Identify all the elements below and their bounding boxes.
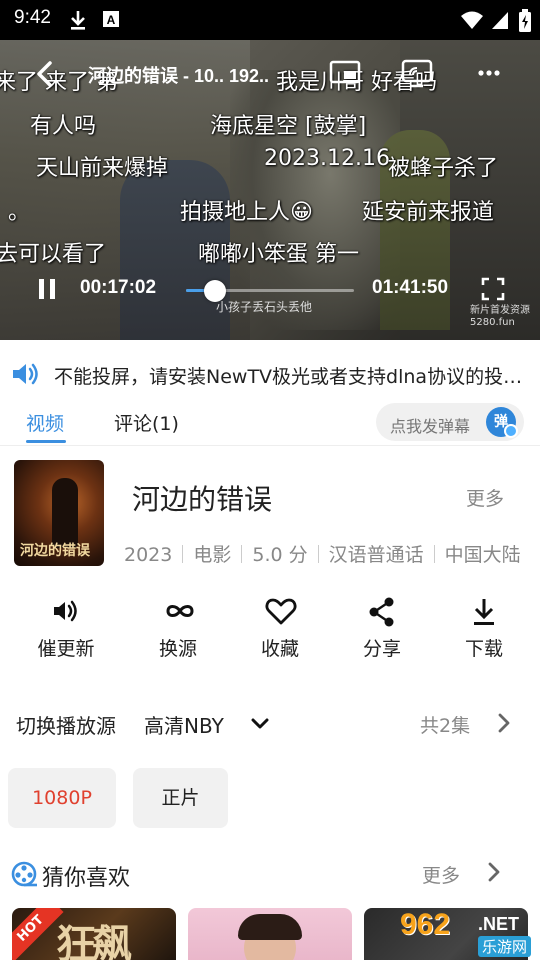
fullscreen-icon[interactable] xyxy=(480,276,506,306)
quality-chip-1080p[interactable]: 1080P xyxy=(8,768,116,828)
tab-comments[interactable]: 评论(1) xyxy=(114,409,179,436)
picture-in-picture-icon[interactable] xyxy=(328,58,362,92)
danmaku-toggle-icon[interactable]: 弹 xyxy=(486,407,518,438)
tab-underline xyxy=(26,440,66,443)
download-button[interactable]: 下载 xyxy=(434,596,534,666)
infinity-icon xyxy=(162,596,198,630)
danmaku-comment: 有人吗 xyxy=(30,114,97,139)
chevron-right-icon[interactable] xyxy=(494,711,514,739)
pause-icon[interactable] xyxy=(36,276,60,306)
source-switch-label: 切换播放源 xyxy=(16,714,116,738)
meta-language: 汉语普通话 xyxy=(328,544,424,566)
meta-region: 中国大陆 xyxy=(444,544,521,566)
content-tabs: 视频 评论(1) 点我发弹幕 弹 xyxy=(0,400,540,446)
chevron-right-icon[interactable] xyxy=(484,860,504,888)
speaker-icon xyxy=(10,359,42,393)
battery-icon xyxy=(518,9,532,37)
card-title-art: 狂飙 xyxy=(56,922,132,960)
poster-title: 河边的错误 xyxy=(20,543,90,559)
action-label: 收藏 xyxy=(260,638,299,660)
recommend-card[interactable] xyxy=(188,908,352,960)
site-logo-number: 962 xyxy=(400,908,451,941)
video-subtitle: 小孩子丢石头丢他 xyxy=(216,300,313,314)
back-arrow-icon[interactable] xyxy=(32,60,58,92)
meta-divider xyxy=(433,545,435,563)
meta-divider xyxy=(317,545,319,563)
site-logo-name: 乐游网 xyxy=(478,936,532,957)
movie-more-link[interactable]: 更多 xyxy=(466,484,504,511)
movie-meta: 2023 电影 5.0 分汉语普通话 中国大陆 xyxy=(124,540,540,568)
danmaku-comment: 。 xyxy=(8,200,31,225)
meta-score: 5.0 分 xyxy=(252,544,308,566)
video-player[interactable]: 来了 来了 第 我是川哥 好看吗 有人吗 海底星空 [鼓掌] 天山前来爆掉 20… xyxy=(0,40,540,340)
danmaku-comment: 海底星空 [鼓掌] xyxy=(210,114,367,139)
film-reel-icon xyxy=(10,860,38,892)
action-label: 分享 xyxy=(362,638,401,660)
current-time: 00:17:02 xyxy=(80,277,157,298)
site-logo: 962 .NET 乐游网 xyxy=(400,908,540,960)
download-icon xyxy=(68,9,88,35)
video-title: 河边的错误 - 10.. 192.. xyxy=(88,66,270,86)
cast-notice-bar: 不能投屏，请安装NewTV极光或者支持dlna协议的投屏软件 xyxy=(0,348,540,398)
movie-poster[interactable]: 河边的错误 xyxy=(14,460,104,566)
status-bar: 9:42 A xyxy=(0,0,540,40)
send-danmaku-button[interactable]: 点我发弹幕 弹 xyxy=(376,403,524,441)
meta-divider xyxy=(182,545,184,563)
danmaku-comment: 延安前来报道 xyxy=(362,200,495,225)
wifi-icon xyxy=(460,9,484,35)
chevron-down-icon[interactable] xyxy=(248,712,272,740)
seek-bar[interactable] xyxy=(186,280,354,302)
danmaku-comment: 去可以看了 xyxy=(0,242,107,267)
share-icon xyxy=(366,596,398,632)
poster-figure xyxy=(52,478,78,548)
status-time: 9:42 xyxy=(14,7,51,28)
download-icon xyxy=(468,596,500,632)
recommend-card[interactable]: 狂飙 HOT xyxy=(12,908,176,960)
episode-chip-feature[interactable]: 正片 xyxy=(133,768,228,828)
favorite-button[interactable]: 收藏 xyxy=(230,596,330,666)
speaker-icon xyxy=(50,596,82,630)
font-icon: A xyxy=(102,9,120,33)
meta-type: 电影 xyxy=(193,544,232,566)
action-label: 换源 xyxy=(158,638,197,660)
movie-title: 河边的错误 xyxy=(132,483,273,516)
action-label: 催更新 xyxy=(37,638,95,660)
recommend-title: 猜你喜欢 xyxy=(42,866,131,891)
source-selector[interactable]: 高清NBY xyxy=(144,710,224,739)
player-top-bar: 河边的错误 - 10.. 192.. xyxy=(0,52,540,96)
meta-year: 2023 xyxy=(124,544,173,566)
cast-screen-icon[interactable] xyxy=(400,58,434,92)
card-portrait-hair xyxy=(238,914,302,940)
total-time: 01:41:50 xyxy=(372,277,449,298)
danmaku-comment: 被蜂子杀了 xyxy=(388,156,499,181)
danmaku-comment: 天山前来爆掉 xyxy=(36,156,169,181)
action-label: 下载 xyxy=(464,638,503,660)
danmaku-placeholder: 点我发弹幕 xyxy=(390,417,471,436)
watermark-line: 5280.fun xyxy=(470,317,515,328)
switch-source-button[interactable]: 换源 xyxy=(128,596,228,666)
request-update-button[interactable]: 催更新 xyxy=(16,596,116,666)
svg-text:A: A xyxy=(107,13,116,27)
danmaku-comment: 嘟嘟小笨蛋 第一 xyxy=(198,242,359,267)
meta-divider xyxy=(241,545,243,563)
danmaku-comment: 2023.12.16 xyxy=(264,146,390,171)
more-options-icon[interactable] xyxy=(472,60,506,90)
heart-icon xyxy=(264,596,298,630)
watermark-line: 新片首发资源 xyxy=(470,305,530,316)
share-button[interactable]: 分享 xyxy=(332,596,432,666)
episodes-count[interactable]: 共2集 xyxy=(420,711,470,738)
site-logo-domain: .NET xyxy=(478,914,520,934)
tab-video[interactable]: 视频 xyxy=(26,409,64,436)
notice-text: 不能投屏，请安装NewTV极光或者支持dlna协议的投屏软件 xyxy=(54,366,524,388)
danmaku-comment: 拍摄地上人😀 xyxy=(180,200,313,225)
recommend-more-link[interactable]: 更多 xyxy=(422,861,460,888)
video-watermark: 新片首发资源 5280.fun xyxy=(470,305,530,329)
signal-icon xyxy=(490,9,510,35)
